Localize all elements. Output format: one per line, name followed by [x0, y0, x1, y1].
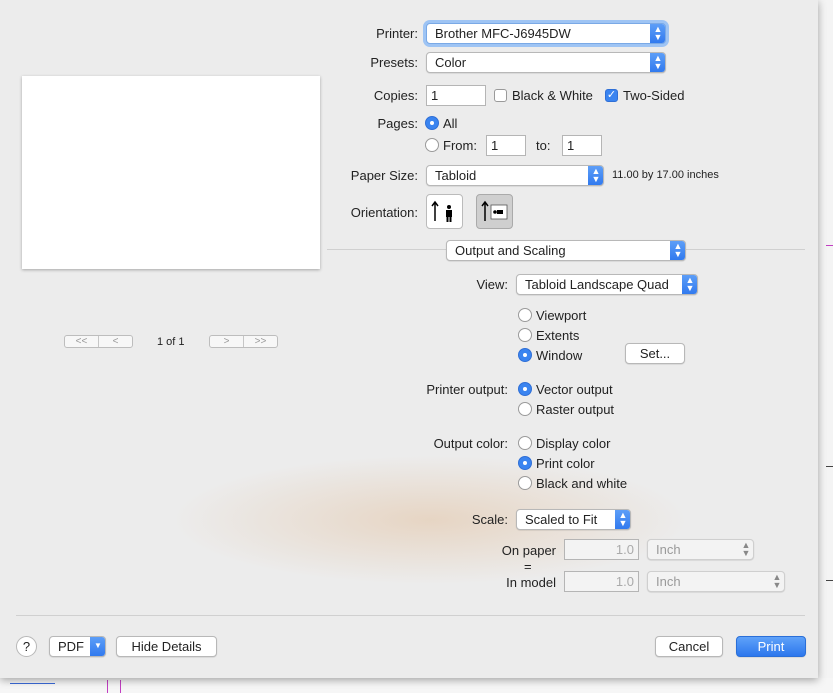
- print-dialog: << < 1 of 1 > >> Printer: Brother MFC-J6…: [0, 0, 818, 678]
- updown-chevron-icon: ▲ ▼: [615, 510, 630, 529]
- printer-output-label: Printer output:: [426, 382, 508, 397]
- equals-sign: =: [524, 559, 532, 574]
- on-paper-unit-value: Inch: [656, 542, 681, 557]
- paper-size-value: Tabloid: [435, 168, 477, 183]
- pages-from-radio[interactable]: [425, 138, 439, 152]
- in-model-label: In model: [506, 575, 556, 590]
- copies-label: Copies:: [373, 88, 418, 103]
- pdf-menu-button[interactable]: PDF ▼: [49, 636, 106, 657]
- scale-label: Scale:: [471, 512, 508, 527]
- print-color-label: Print color: [536, 456, 595, 471]
- view-select[interactable]: Tabloid Landscape Quad ▲ ▼: [516, 274, 698, 295]
- output-color-label: Output color:: [433, 436, 508, 451]
- pdf-label: PDF: [58, 639, 84, 654]
- page-indicator: 1 of 1: [157, 336, 185, 348]
- first-page-button[interactable]: <<: [65, 336, 98, 347]
- background-drawing-line: [826, 580, 833, 581]
- updown-chevron-icon: ▲ ▼: [650, 53, 665, 72]
- orientation-portrait-button[interactable]: [426, 194, 463, 229]
- hide-details-button[interactable]: Hide Details: [116, 636, 217, 657]
- orientation-landscape-button[interactable]: [476, 194, 513, 229]
- presets-select[interactable]: Color ▲ ▼: [426, 52, 666, 73]
- preview-nav-forward-group[interactable]: > >>: [209, 335, 278, 348]
- background-drawing-line: [120, 680, 121, 693]
- last-page-button[interactable]: >>: [243, 336, 277, 347]
- section-select[interactable]: Output and Scaling ▲ ▼: [446, 240, 686, 261]
- orientation-label: Orientation:: [350, 205, 418, 220]
- cancel-button[interactable]: Cancel: [655, 636, 723, 657]
- printer-label: Printer:: [376, 26, 418, 41]
- printer-value: Brother MFC-J6945DW: [435, 26, 571, 41]
- view-value: Tabloid Landscape Quad: [525, 277, 669, 292]
- display-color-label: Display color: [536, 436, 611, 451]
- updown-chevron-icon: ▲ ▼: [741, 540, 751, 558]
- view-extents-radio[interactable]: [518, 328, 532, 342]
- updown-chevron-icon: ▲ ▼: [682, 275, 697, 294]
- landscape-icon: [481, 200, 508, 221]
- background-window-edge-bottom: [0, 678, 833, 693]
- portrait-icon: [431, 200, 452, 222]
- background-drawing-line: [107, 680, 108, 693]
- section-value: Output and Scaling: [455, 243, 566, 258]
- print-color-radio[interactable]: [518, 456, 532, 470]
- background-drawing-line: [826, 466, 833, 467]
- next-page-button[interactable]: >: [210, 336, 243, 347]
- pages-all-radio[interactable]: [425, 116, 439, 130]
- in-model-unit-select[interactable]: Inch ▲ ▼: [647, 571, 785, 592]
- background-drawing-line: [10, 683, 55, 684]
- pages-from-label: From:: [443, 138, 477, 153]
- print-button[interactable]: Print: [736, 636, 806, 657]
- black-and-white-label: Black and white: [536, 476, 628, 491]
- background-window-edge: [818, 0, 833, 693]
- two-sided-label: Two-Sided: [623, 88, 685, 103]
- view-extents-label: Extents: [536, 328, 580, 343]
- chevron-down-icon: ▼: [90, 637, 105, 656]
- preview-nav-back-group[interactable]: << <: [64, 335, 133, 348]
- raster-output-label: Raster output: [536, 402, 615, 417]
- checkmark-icon: ✓: [606, 89, 617, 101]
- scale-select[interactable]: Scaled to Fit ▲ ▼: [516, 509, 631, 530]
- in-model-unit-value: Inch: [656, 574, 681, 589]
- on-paper-label: On paper: [501, 543, 556, 558]
- black-white-label: Black & White: [512, 88, 593, 103]
- scale-value: Scaled to Fit: [525, 512, 598, 527]
- view-viewport-label: Viewport: [536, 308, 587, 323]
- two-sided-checkbox[interactable]: ✓: [605, 89, 618, 102]
- black-white-checkbox[interactable]: [494, 89, 507, 102]
- on-paper-unit-select[interactable]: Inch ▲ ▼: [647, 539, 754, 560]
- updown-chevron-icon: ▲ ▼: [588, 166, 603, 185]
- footer-divider: [16, 615, 805, 616]
- previous-page-button[interactable]: <: [98, 336, 132, 347]
- presets-value: Color: [435, 55, 467, 70]
- on-paper-field[interactable]: 1.0: [564, 539, 639, 560]
- view-window-radio[interactable]: [518, 348, 532, 362]
- copies-field[interactable]: 1: [426, 85, 486, 106]
- help-button[interactable]: ?: [16, 636, 37, 657]
- updown-chevron-icon: ▲ ▼: [670, 241, 685, 260]
- pages-to-label: to:: [536, 138, 551, 153]
- updown-chevron-icon: ▲ ▼: [650, 24, 665, 43]
- paper-size-select[interactable]: Tabloid ▲ ▼: [426, 165, 604, 186]
- vector-output-radio[interactable]: [518, 382, 532, 396]
- view-window-label: Window: [536, 348, 583, 363]
- print-preview: [22, 76, 320, 269]
- paper-dimensions: 11.00 by 17.00 inches: [612, 169, 719, 181]
- pages-all-label: All: [443, 116, 458, 131]
- raster-output-radio[interactable]: [518, 402, 532, 416]
- view-viewport-radio[interactable]: [518, 308, 532, 322]
- vector-output-label: Vector output: [536, 382, 613, 397]
- in-model-field[interactable]: 1.0: [564, 571, 639, 592]
- pages-to-field[interactable]: 1: [562, 135, 602, 156]
- display-color-radio[interactable]: [518, 436, 532, 450]
- presets-label: Presets:: [370, 55, 418, 70]
- paper-size-label: Paper Size:: [350, 168, 418, 183]
- set-window-button[interactable]: Set...: [625, 343, 685, 364]
- pages-from-field[interactable]: 1: [486, 135, 526, 156]
- black-and-white-radio[interactable]: [518, 476, 532, 490]
- pages-label: Pages:: [377, 116, 418, 131]
- background-drawing-line: [826, 245, 833, 246]
- printer-select[interactable]: Brother MFC-J6945DW ▲ ▼: [426, 23, 666, 44]
- updown-chevron-icon: ▲ ▼: [772, 572, 782, 590]
- view-label: View:: [476, 277, 508, 292]
